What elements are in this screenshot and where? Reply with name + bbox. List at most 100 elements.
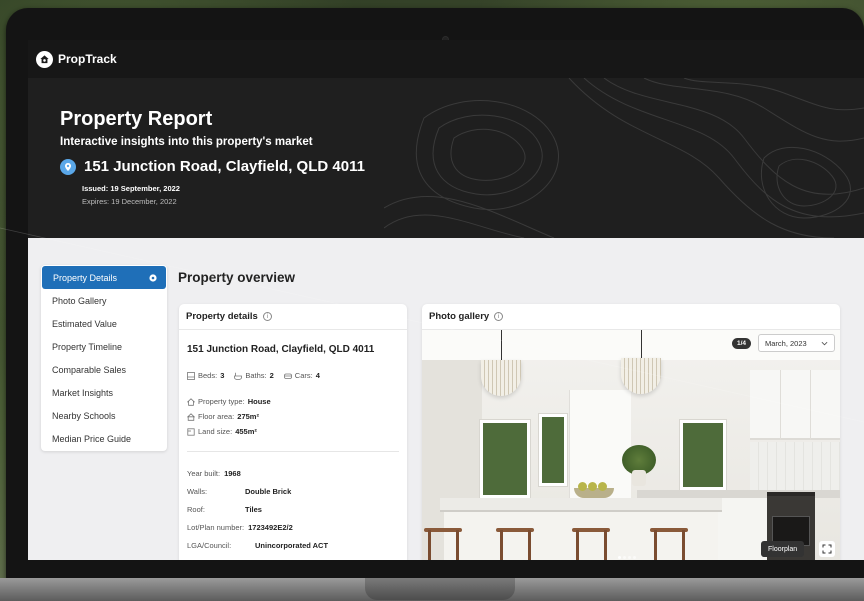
cars-feature: Cars: 4 (283, 371, 320, 380)
overview-title: Property overview (178, 270, 296, 285)
main-content: Property Details Photo Gallery Estimated… (28, 238, 864, 560)
property-attributes: Property type: House Floor area: 275m² Lan… (187, 394, 407, 439)
walls-row: Walls: Double Brick (187, 482, 407, 500)
beds-feature: Beds: 3 (187, 371, 224, 380)
fullscreen-button[interactable] (819, 541, 835, 557)
location-pin-icon (60, 158, 76, 175)
hero-address-text: 151 Junction Road, Clayfield, QLD 4011 (84, 158, 365, 175)
land-size-icon (187, 427, 195, 436)
sidebar-item-label: Property Timeline (52, 341, 123, 352)
sidebar-item-nearby-schools[interactable]: Nearby Schools (41, 404, 167, 427)
feature-counts: Beds: 3 Baths: 2 Cars: 4 (187, 371, 407, 380)
property-details-header: Property details i (179, 304, 407, 330)
sidebar-item-label: Market Insights (52, 387, 114, 398)
year-built-row: Year built: 1968 (187, 464, 407, 482)
gallery-photo[interactable]: 1/4 March, 2023 Floorplan (422, 330, 840, 560)
photo-counter-badge: 1/4 (732, 338, 752, 349)
car-icon (283, 373, 292, 379)
lot-plan-value: 1723492E2/2 (248, 522, 293, 532)
details-address: 151 Junction Road, Clayfield, QLD 4011 (187, 344, 375, 355)
hero-address: 151 Junction Road, Clayfield, QLD 4011 (60, 158, 365, 175)
beds-value: 3 (220, 371, 225, 380)
floor-area-row: Floor area: 275m² (187, 409, 407, 424)
info-icon[interactable]: i (262, 312, 272, 321)
land-size-row: Land size: 455m² (187, 424, 407, 439)
cars-value: 4 (315, 371, 320, 380)
carousel-dot[interactable] (623, 556, 626, 559)
section-nav: Property Details Photo Gallery Estimated… (41, 265, 167, 451)
info-icon[interactable]: i (494, 312, 504, 321)
carousel-dot[interactable] (633, 556, 636, 559)
sidebar-item-label: Estimated Value (52, 318, 117, 329)
baths-value: 2 (269, 371, 274, 380)
photo-date-select[interactable]: March, 2023 (758, 334, 835, 352)
property-type-row: Property type: House (187, 394, 407, 409)
bath-icon (234, 372, 243, 380)
brand-name: PropTrack (58, 52, 117, 66)
lga-council-row: LGA/Council: Unincorporated ACT (187, 536, 407, 554)
report-subtitle: Interactive insights into this property'… (60, 136, 313, 148)
floor-area-label: Floor area: (198, 412, 235, 421)
year-built-label: Year built: (187, 468, 221, 478)
photo-gallery-card: Photo gallery i 1/4 March, 2023 Floorpla… (422, 304, 840, 560)
roof-value: Tiles (245, 504, 262, 514)
carousel-dot[interactable] (618, 556, 621, 559)
expand-icon (822, 544, 832, 554)
window (680, 420, 726, 490)
sidebar-item-estimated-value[interactable]: Estimated Value (41, 312, 167, 335)
sidebar-item-label: Nearby Schools (52, 410, 116, 421)
baths-label: Baths: (245, 371, 267, 380)
lga-council-value: Unincorporated ACT (255, 540, 329, 550)
photo-date-value: March, 2023 (765, 338, 807, 348)
carousel-dots (618, 556, 638, 559)
photo-gallery-header: Photo gallery i (422, 304, 840, 330)
cars-label: Cars: (294, 371, 313, 380)
sidebar-item-label: Property Details (53, 272, 118, 283)
lot-plan-row: Lot/Plan number: 1723492E2/2 (187, 518, 407, 536)
carousel-dot[interactable] (628, 556, 631, 559)
expires-date: Expires: 19 December, 2022 (82, 197, 177, 206)
floorplan-button[interactable]: Floorplan (761, 541, 805, 557)
sidebar-item-photo-gallery[interactable]: Photo Gallery (41, 289, 167, 312)
report-title: Property Report (60, 108, 213, 130)
baths-feature: Baths: 2 (234, 371, 274, 380)
sidebar-item-label: Photo Gallery (52, 295, 107, 306)
contour-pattern (384, 78, 864, 238)
sidebar-item-property-timeline[interactable]: Property Timeline (41, 335, 167, 358)
top-bar: PropTrack (28, 40, 864, 78)
sidebar-item-label: Median Price Guide (52, 433, 132, 444)
property-details-card: Property details i 151 Junction Road, Cl… (179, 304, 407, 560)
divider (187, 451, 399, 452)
year-built-value: 1968 (224, 468, 241, 478)
sidebar-item-market-insights[interactable]: Market Insights (41, 381, 167, 404)
sidebar-item-comparable-sales[interactable]: Comparable Sales (41, 358, 167, 381)
roof-row: Roof: Tiles (187, 500, 407, 518)
app-window: PropTrack Property Report Interactive in… (28, 40, 864, 560)
beds-label: Beds: (198, 371, 218, 380)
issued-date: Issued: 19 September, 2022 (82, 184, 180, 193)
floor-area-icon (187, 412, 195, 421)
brand-logo[interactable]: PropTrack (36, 50, 117, 68)
sidebar-item-label: Comparable Sales (52, 364, 127, 375)
window (539, 414, 567, 486)
hero-banner: Property Report Interactive insights int… (28, 78, 864, 238)
walls-label: Walls: (187, 486, 208, 496)
card-title: Property details (186, 311, 258, 322)
bed-icon (187, 371, 195, 380)
pendant-light (481, 360, 521, 396)
land-size-label: Land size: (198, 427, 233, 436)
sidebar-item-property-details[interactable]: Property Details (42, 266, 166, 289)
property-type-label: Property type: (198, 397, 245, 406)
walls-value: Double Brick (245, 486, 292, 496)
roof-label: Roof: (187, 504, 205, 514)
proptrack-logo-icon (36, 50, 53, 68)
sidebar-item-median-price-guide[interactable]: Median Price Guide (41, 427, 167, 450)
land-size-value: 455m² (235, 427, 257, 436)
home-icon (187, 397, 195, 406)
chevron-down-icon (821, 341, 828, 345)
property-specs: Year built: 1968 Walls: Double Brick Roof:… (187, 464, 407, 554)
pendant-light (621, 358, 661, 394)
lga-council-label: LGA/Council: (187, 540, 232, 550)
laptop-notch (365, 578, 515, 600)
window (480, 420, 530, 498)
